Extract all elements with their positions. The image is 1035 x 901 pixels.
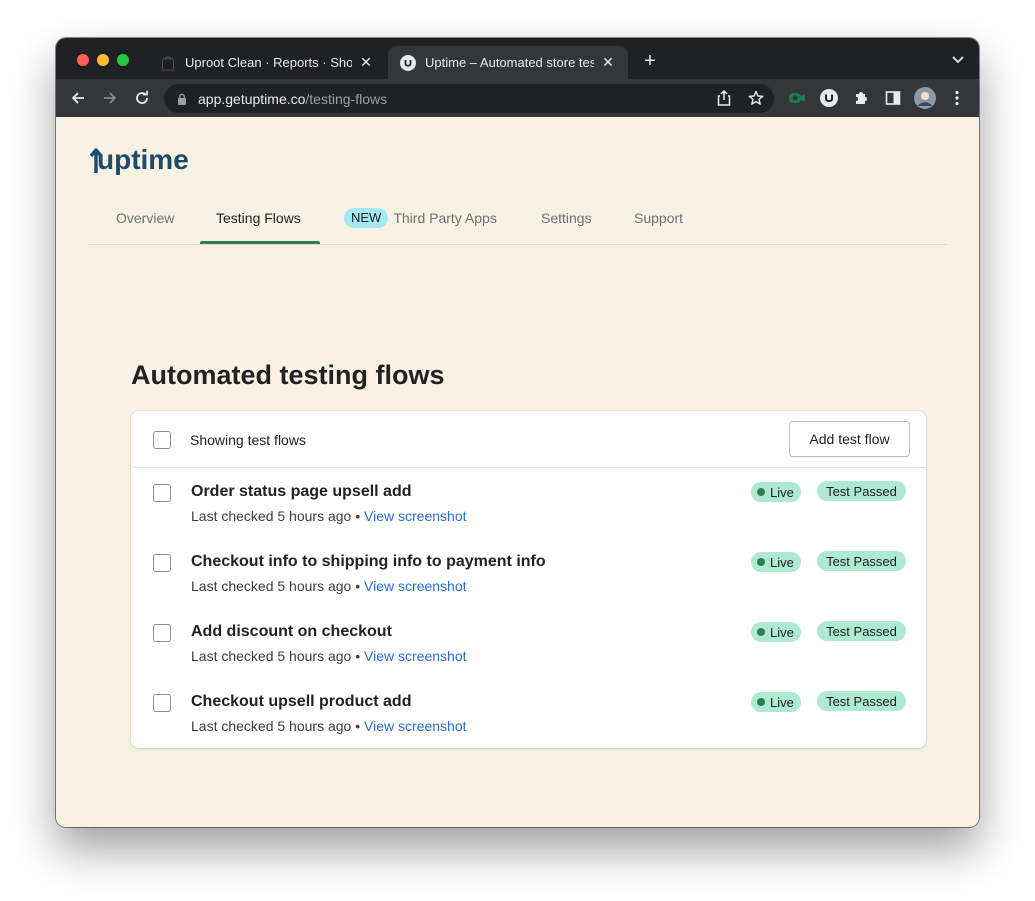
last-checked-text: Last checked 5 hours ago: [191, 648, 352, 664]
test-passed-badge: Test Passed: [817, 621, 906, 641]
browser-window: Uproot Clean · Reports · Shopify ✕ Uptim…: [56, 38, 979, 827]
browser-tab-shopify[interactable]: Uproot Clean · Reports · Shopify ✕: [148, 46, 386, 79]
row-checkbox[interactable]: [153, 484, 171, 502]
puzzle-extensions-icon[interactable]: [851, 88, 871, 108]
page-title: Automated testing flows: [131, 360, 445, 390]
browser-tab-uptime[interactable]: Uptime – Automated store testing ✕: [388, 46, 628, 79]
separator: •: [355, 578, 361, 594]
forward-arrow-icon[interactable]: [100, 88, 120, 108]
separator: •: [355, 718, 361, 734]
new-tab-plus-icon[interactable]: +: [640, 51, 660, 71]
live-label: Live: [770, 554, 794, 570]
tab-label: Testing Flows: [216, 210, 301, 226]
tab-third-party-apps[interactable]: NEW Third Party Apps: [344, 203, 497, 245]
new-badge: NEW: [344, 208, 389, 228]
url-path: /testing-flows: [305, 90, 388, 107]
shopify-bag-icon: [160, 55, 176, 71]
flow-title[interactable]: Checkout info to shipping info to paymen…: [191, 553, 546, 571]
last-checked-text: Last checked 5 hours ago: [191, 578, 352, 594]
back-arrow-icon[interactable]: [68, 88, 88, 108]
url-text: app.getuptime.co/testing-flows: [198, 91, 387, 107]
url-host: app.getuptime.co: [198, 90, 306, 107]
live-badge: Live: [751, 692, 801, 712]
live-label: Live: [770, 484, 794, 500]
tab-support[interactable]: Support: [634, 203, 683, 245]
chevron-down-icon[interactable]: [951, 52, 965, 66]
row-checkbox[interactable]: [153, 694, 171, 712]
last-checked-text: Last checked 5 hours ago: [191, 718, 352, 734]
tab-title: Uproot Clean · Reports · Shopify: [185, 55, 352, 70]
close-window-button[interactable]: [77, 54, 89, 66]
view-screenshot-link[interactable]: View screenshot: [364, 718, 466, 734]
table-row[interactable]: Add discount on checkout Last checked 5 …: [131, 608, 926, 678]
extension-record-icon[interactable]: [787, 88, 807, 108]
flow-status-line: Last checked 5 hours ago • View screensh…: [191, 578, 467, 594]
uptime-favicon-icon: [400, 54, 416, 71]
flow-status-line: Last checked 5 hours ago • View screensh…: [191, 648, 467, 664]
table-row[interactable]: Order status page upsell add Last checke…: [131, 468, 926, 538]
live-badge: Live: [751, 622, 801, 642]
browser-toolbar: app.getuptime.co/testing-flows: [56, 79, 979, 117]
main-nav-tabs: Overview Testing Flows NEW Third Party A…: [88, 203, 947, 245]
tab-strip: Uproot Clean · Reports · Shopify ✕ Uptim…: [56, 38, 979, 79]
share-icon[interactable]: [716, 90, 732, 106]
flow-status-line: Last checked 5 hours ago • View screensh…: [191, 508, 467, 524]
add-test-flow-button[interactable]: Add test flow: [789, 421, 910, 457]
table-row[interactable]: Checkout upsell product add Last checked…: [131, 678, 926, 748]
view-screenshot-link[interactable]: View screenshot: [364, 508, 466, 524]
active-tab-indicator: [200, 241, 320, 244]
separator: •: [355, 508, 361, 524]
last-checked-text: Last checked 5 hours ago: [191, 508, 352, 524]
live-badge: Live: [751, 482, 801, 502]
live-dot-icon: [757, 488, 765, 496]
test-passed-badge: Test Passed: [817, 691, 906, 711]
tab-label: Settings: [541, 210, 592, 226]
address-bar[interactable]: app.getuptime.co/testing-flows: [164, 84, 774, 113]
tab-close-icon[interactable]: ✕: [600, 54, 616, 71]
test-passed-badge: Test Passed: [817, 551, 906, 571]
flow-title[interactable]: Add discount on checkout: [191, 623, 392, 641]
flow-title[interactable]: Checkout upsell product add: [191, 693, 411, 711]
app-page: uptime Overview Testing Flows NEW Third …: [56, 117, 979, 827]
maximize-window-button[interactable]: [117, 54, 129, 66]
lock-icon: [177, 93, 189, 105]
live-label: Live: [770, 694, 794, 710]
logo-text: uptime: [97, 144, 189, 175]
tab-label: Third Party Apps: [393, 210, 497, 226]
live-label: Live: [770, 624, 794, 640]
tab-overview[interactable]: Overview: [116, 203, 174, 245]
minimize-window-button[interactable]: [97, 54, 109, 66]
flow-title[interactable]: Order status page upsell add: [191, 483, 412, 501]
table-row[interactable]: Checkout info to shipping info to paymen…: [131, 538, 926, 608]
tab-label: Overview: [116, 210, 175, 226]
side-panel-icon[interactable]: [883, 88, 903, 108]
tab-settings[interactable]: Settings: [541, 203, 592, 245]
live-badge: Live: [751, 552, 801, 572]
separator: •: [355, 648, 361, 664]
uptime-logo[interactable]: uptime: [88, 144, 189, 176]
tab-testing-flows[interactable]: Testing Flows: [216, 203, 301, 245]
more-vertical-icon[interactable]: [947, 88, 967, 108]
bookmark-star-icon[interactable]: [748, 90, 764, 106]
test-passed-badge: Test Passed: [817, 481, 906, 501]
card-header: Showing test flows Add test flow: [131, 411, 926, 468]
view-screenshot-link[interactable]: View screenshot: [364, 648, 466, 664]
live-dot-icon: [757, 558, 765, 566]
live-dot-icon: [757, 698, 765, 706]
row-checkbox[interactable]: [153, 554, 171, 572]
uptime-extension-icon[interactable]: [819, 88, 839, 108]
view-screenshot-link[interactable]: View screenshot: [364, 578, 466, 594]
profile-avatar[interactable]: [914, 87, 936, 109]
tab-title: Uptime – Automated store testing: [425, 55, 594, 70]
showing-label: Showing test flows: [190, 432, 306, 448]
tab-label: Support: [634, 210, 684, 226]
select-all-checkbox[interactable]: [153, 431, 171, 449]
row-checkbox[interactable]: [153, 624, 171, 642]
test-flows-card: Showing test flows Add test flow Order s…: [131, 411, 926, 748]
flow-status-line: Last checked 5 hours ago • View screensh…: [191, 718, 467, 734]
tab-close-icon[interactable]: ✕: [358, 54, 374, 71]
live-dot-icon: [757, 628, 765, 636]
reload-icon[interactable]: [132, 88, 152, 108]
